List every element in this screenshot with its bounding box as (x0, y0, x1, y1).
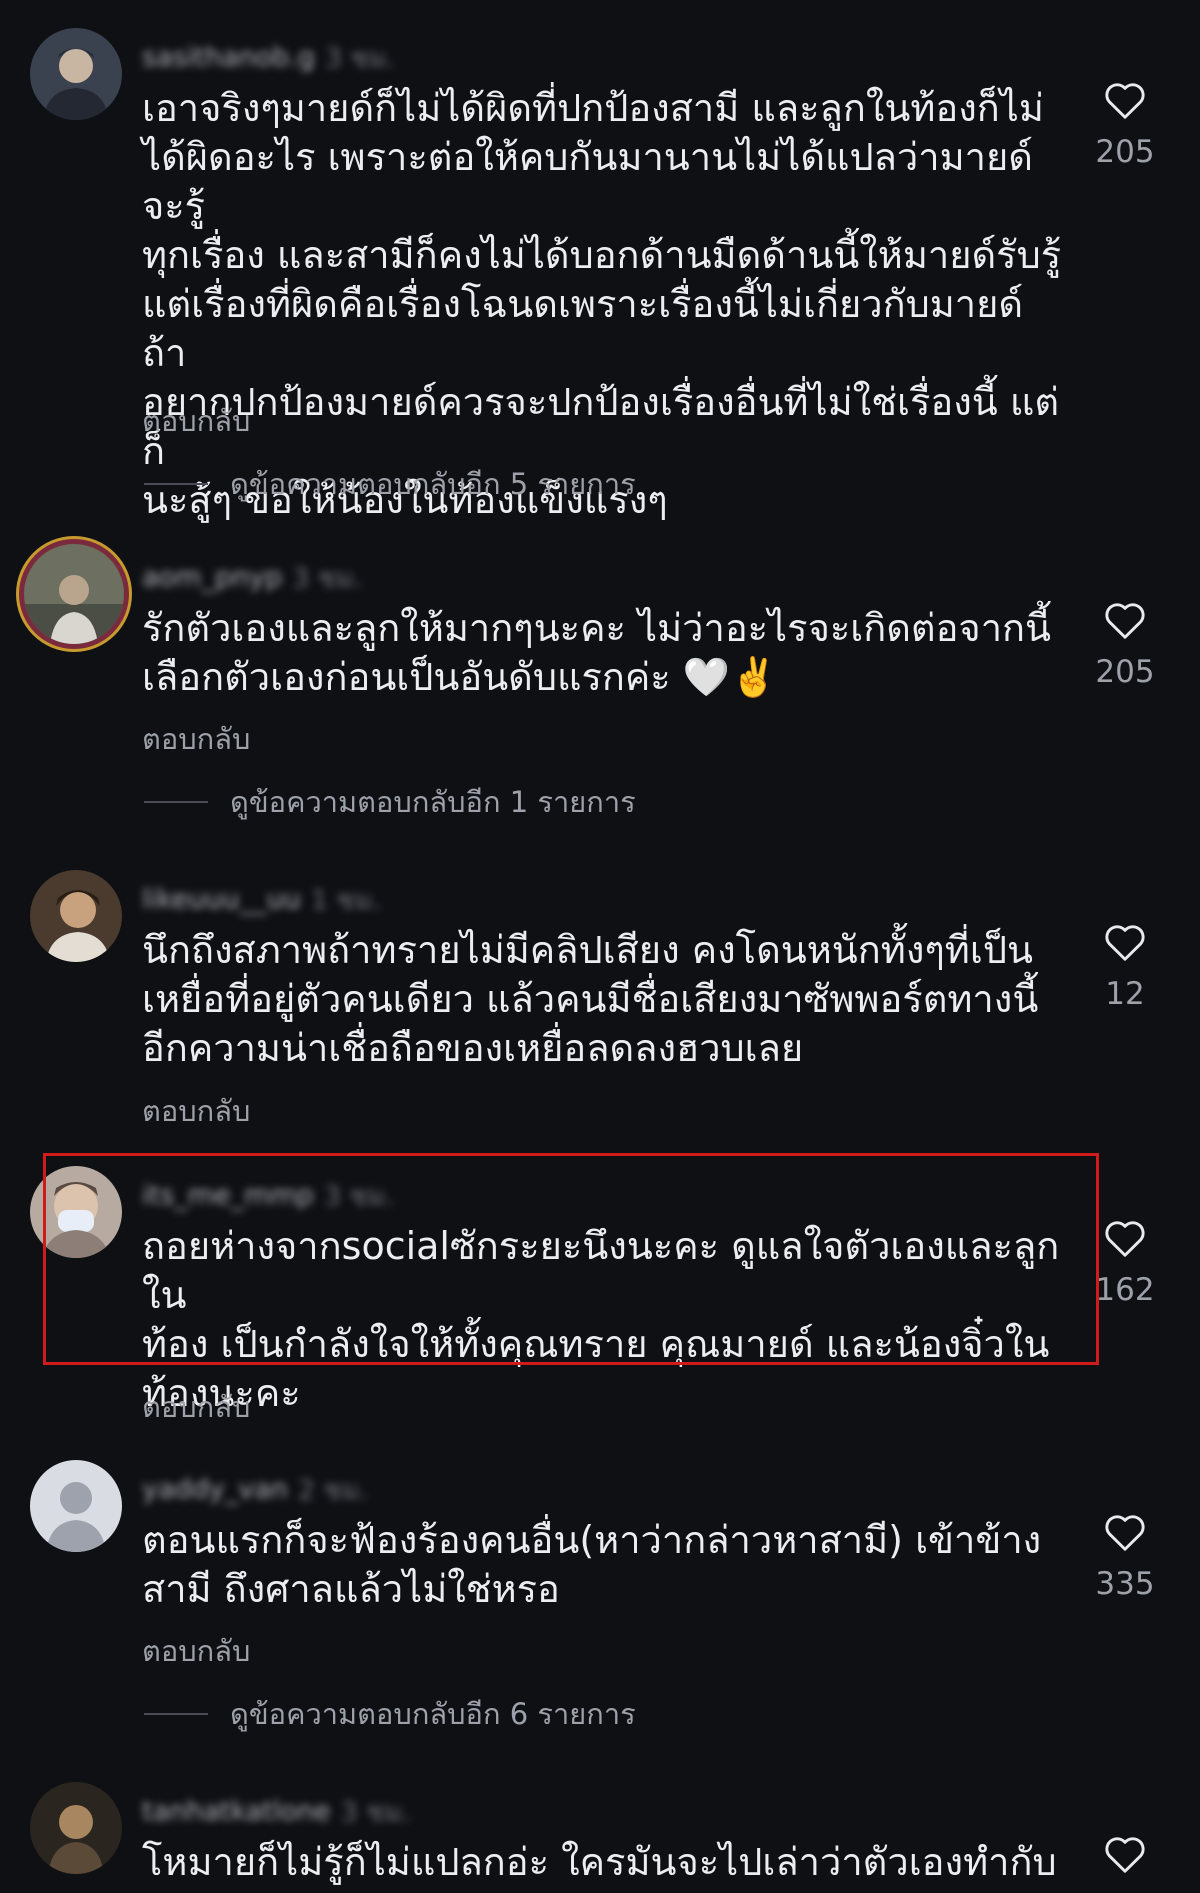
user-avatar[interactable] (30, 1460, 122, 1552)
like-count: 12 (1105, 976, 1145, 1012)
person-avatar-icon (30, 1166, 122, 1258)
view-more-replies-label: ดูข้อความตอบกลับอีก 5 รายการ (230, 467, 636, 501)
heart-outline-icon[interactable] (1103, 80, 1147, 120)
comment-time: 3 ชม. (324, 42, 396, 74)
like-control: 12 (1090, 922, 1160, 1012)
view-more-replies[interactable]: ดูข้อความตอบกลับอีก 6 รายการ (144, 1696, 636, 1732)
username[interactable]: tanhatkatlone (142, 1796, 331, 1827)
comment-time: 3 ชม. (292, 562, 363, 594)
view-more-replies-label: ดูข้อความตอบกลับอีก 1 รายการ (230, 785, 636, 819)
comment-time: 1 ชม. (310, 884, 382, 916)
like-count: 162 (1095, 1272, 1155, 1308)
comment-time: 3 ชม. (323, 1180, 395, 1212)
comment-text: ถอยห่างจากsocialซักระยะนึงนะคะ ดูแลใจตัว… (142, 1224, 1060, 1415)
username[interactable]: its_me_mmp (142, 1180, 314, 1211)
view-more-replies-label: ดูข้อความตอบกลับอีก 6 รายการ (230, 1697, 636, 1731)
like-control: 205 (1090, 80, 1160, 170)
reply-button[interactable]: ตอบกลับ (142, 398, 250, 444)
comment-time: 3 ชม. (340, 1796, 411, 1828)
reply-button[interactable]: ตอบกลับ (142, 1088, 250, 1134)
person-avatar-icon (24, 544, 124, 644)
like-control: 335 (1090, 1512, 1160, 1602)
comment-text: โหมายก็ไม่รู้ก็ไม่แปลกอ่ะ ใครมันจะไปเล่า… (142, 1840, 1057, 1884)
heart-outline-icon[interactable] (1103, 600, 1147, 640)
heart-outline-icon[interactable] (1103, 922, 1147, 962)
divider-line (144, 801, 208, 803)
user-avatar[interactable] (30, 28, 122, 120)
comment-text: นึกถึงสภาพถ้าทรายไม่มีคลิปเสียง คงโดนหนั… (142, 928, 1039, 1070)
username[interactable]: yaddy_van (142, 1474, 288, 1505)
user-avatar[interactable] (30, 1782, 122, 1874)
user-avatar[interactable] (30, 870, 122, 962)
reply-button[interactable]: ตอบกลับ (142, 716, 250, 762)
like-count: 205 (1095, 654, 1155, 690)
username[interactable]: aom_pnyp (142, 562, 282, 593)
like-count: 335 (1095, 1566, 1155, 1602)
user-avatar[interactable] (24, 544, 124, 644)
divider-line (144, 483, 208, 485)
like-control: 205 (1090, 600, 1160, 690)
like-control (1090, 1834, 1160, 1874)
comment-text: เอาจริงๆมายด์ก็ไม่ได้ผิดที่ปกป้องสามี แล… (142, 86, 1062, 522)
like-count: 205 (1095, 134, 1155, 170)
like-control: 162 (1090, 1218, 1160, 1308)
username[interactable]: likeuuu__uu (142, 884, 301, 915)
reply-button[interactable]: ตอบกลับ (142, 1384, 250, 1430)
heart-outline-icon[interactable] (1103, 1218, 1147, 1258)
view-more-replies[interactable]: ดูข้อความตอบกลับอีก 1 รายการ (144, 784, 636, 820)
person-avatar-icon (30, 1782, 122, 1874)
comment-item: tanhatkatlone 3 ชม. โหมายก็ไม่รู้ก็ไม่แป… (0, 1782, 1200, 1893)
heart-outline-icon[interactable] (1103, 1512, 1147, 1552)
default-avatar-icon (30, 1460, 122, 1552)
divider-line (144, 1713, 208, 1715)
person-avatar-icon (30, 870, 122, 962)
comment-time: 2 ชม. (297, 1474, 369, 1506)
heart-outline-icon[interactable] (1103, 1834, 1147, 1874)
comment-text: รักตัวเองและลูกให้มากๆนะคะ ไม่ว่าอะไรจะเ… (142, 606, 1052, 699)
reply-button[interactable]: ตอบกลับ (142, 1628, 250, 1674)
user-avatar[interactable] (30, 1166, 122, 1258)
comment-feed: sasithanob.g 3 ชม. เอาจริงๆมายด์ก็ไม่ได้… (0, 0, 1200, 1893)
comment-text: ตอนแรกก็จะฟ้องร้องคนอื่น(หาว่ากล่าวหาสาม… (142, 1518, 1042, 1611)
person-avatar-icon (30, 28, 122, 120)
view-more-replies[interactable]: ดูข้อความตอบกลับอีก 5 รายการ (144, 466, 636, 502)
username[interactable]: sasithanob.g (142, 42, 315, 73)
